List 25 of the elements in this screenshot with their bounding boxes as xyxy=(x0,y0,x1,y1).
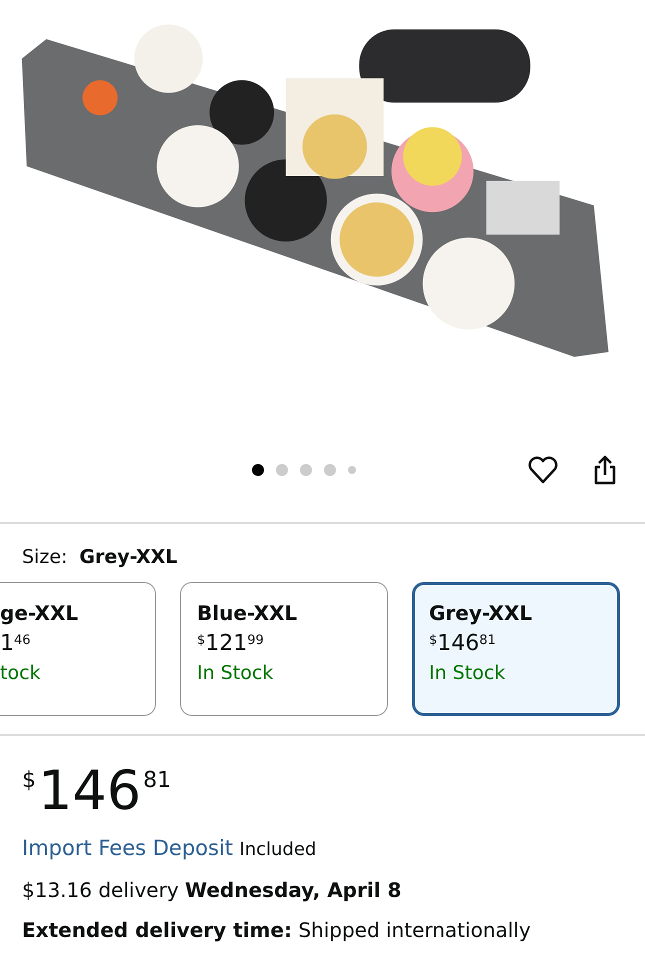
carousel-dot[interactable] xyxy=(300,464,312,476)
size-value: Grey-XXL xyxy=(79,546,178,568)
stock-status: In Stock xyxy=(429,662,506,684)
option-price: 1$^{46}$ xyxy=(0,631,32,656)
stock-status: In Stock xyxy=(197,662,274,684)
extended-delivery-text: Extended delivery time: Shipped internationally xyxy=(21,918,532,942)
option-price: $^{$}$121$^{99}$ xyxy=(197,631,265,656)
option-name: Blue-XXL xyxy=(197,601,298,625)
size-option-card[interactable]: Grey-XXL $^{$}$146$^{81}$ In Stock xyxy=(412,582,620,716)
carousel-dot[interactable] xyxy=(276,464,288,476)
size-label: Size: xyxy=(22,546,68,568)
option-name: ge-XXL xyxy=(0,601,80,625)
delivery-text: $13.16 delivery Wednesday, April 8 xyxy=(21,878,402,902)
carousel-dot[interactable] xyxy=(348,466,356,474)
stock-status: tock xyxy=(0,662,42,684)
option-price: $^{$}$146$^{81}$ xyxy=(429,631,497,656)
option-name: Grey-XXL xyxy=(429,601,534,625)
carousel-dot[interactable] xyxy=(252,464,264,476)
size-option-card[interactable]: Blue-XXL $^{$}$121$^{99}$ In Stock xyxy=(180,582,388,716)
size-option-card[interactable]: ge-XXL 1$^{46}$ tock xyxy=(0,582,156,716)
heart-icon[interactable] xyxy=(527,454,559,486)
carousel-dot[interactable] xyxy=(324,464,336,476)
price: $^{$}$146$^{81}$ xyxy=(21,758,172,818)
import-fees-status: Included xyxy=(239,839,316,860)
import-fees-link[interactable]: Import Fees Deposit xyxy=(22,836,234,860)
